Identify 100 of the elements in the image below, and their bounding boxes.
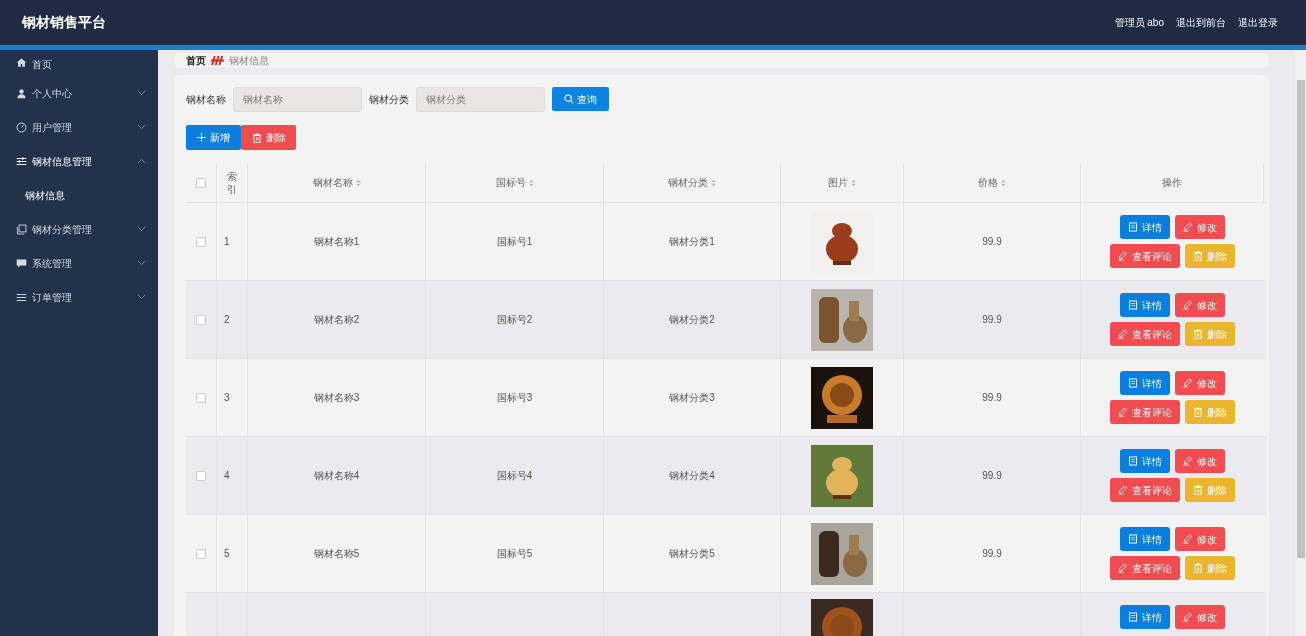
- detail-button[interactable]: 详情: [1120, 605, 1170, 629]
- header-cell[interactable]: 钢材分类: [604, 163, 781, 202]
- select-all-checkbox[interactable]: [196, 177, 206, 188]
- comment-button[interactable]: 查看评论: [1110, 400, 1180, 424]
- plus-icon: [197, 133, 206, 142]
- column-header: 钢材分类: [668, 176, 708, 190]
- comment-button[interactable]: 查看评论: [1110, 478, 1180, 502]
- row-checkbox[interactable]: [196, 470, 206, 481]
- add-button[interactable]: 新增: [186, 125, 241, 150]
- edit-button[interactable]: 修改: [1175, 449, 1225, 473]
- user-link[interactable]: 管理员 abo: [1114, 15, 1164, 30]
- row-checkbox[interactable]: [196, 392, 206, 403]
- sort-icon[interactable]: [851, 178, 856, 187]
- pen-icon: [1118, 251, 1128, 261]
- trash-icon: [1193, 251, 1203, 261]
- header-cell[interactable]: 钢材名称: [248, 163, 426, 202]
- sidebar-item[interactable]: 钢材信息管理: [0, 144, 158, 178]
- detail-button[interactable]: 详情: [1120, 215, 1170, 239]
- sort-icon[interactable]: [355, 178, 361, 187]
- table-cell-text: 钢材名称1: [313, 235, 360, 249]
- search-field[interactable]: 钢材分类: [416, 86, 545, 112]
- detail-button[interactable]: 详情: [1120, 527, 1170, 551]
- table-cell-text: 国标号5: [496, 547, 533, 561]
- header-cell[interactable]: 图片: [781, 163, 904, 202]
- comment-button[interactable]: 查看评论: [1110, 244, 1180, 268]
- sliders-icon: [16, 155, 27, 167]
- header-cell[interactable]: 价格: [904, 163, 1081, 202]
- pen-icon: [1118, 563, 1128, 573]
- sort-icon[interactable]: [528, 178, 534, 187]
- document-icon: [1128, 612, 1138, 622]
- sidebar-item[interactable]: 系统管理: [0, 246, 158, 280]
- column-header: 国标号: [495, 176, 526, 190]
- pen-icon: [1183, 456, 1193, 466]
- index-cell-text: 4: [224, 469, 230, 483]
- table-cell-text: 钢材名称3: [313, 391, 360, 405]
- delete-button[interactable]: 删除: [241, 125, 296, 150]
- edit-button[interactable]: 修改: [1175, 215, 1225, 239]
- detail-button[interactable]: 详情: [1120, 449, 1170, 473]
- table-cell-text: 国标号2: [496, 313, 533, 327]
- pen-icon: [1118, 407, 1128, 417]
- table-cell-text: 钢材名称4: [313, 469, 360, 483]
- separator-icon: [211, 55, 224, 66]
- edit-button[interactable]: 修改: [1175, 293, 1225, 317]
- header-link[interactable]: 退出登录: [1238, 15, 1278, 30]
- comment-button[interactable]: 查看评论: [1110, 556, 1180, 580]
- row-checkbox[interactable]: [196, 236, 206, 247]
- search-field[interactable]: 钢材名称: [233, 86, 362, 112]
- sidebar-item[interactable]: 个人中心: [0, 76, 158, 110]
- header-cell[interactable]: 国标号: [426, 163, 604, 202]
- index-cell-text: 3: [224, 391, 230, 405]
- gauge-icon: [16, 121, 27, 133]
- chat-icon: [16, 257, 27, 269]
- table-cell-text: 国标号3: [496, 391, 533, 405]
- table-cell-text: 钢材名称2: [313, 313, 360, 327]
- breadcrumb-link[interactable]: 首页: [186, 53, 206, 68]
- row-checkbox[interactable]: [196, 314, 206, 325]
- edit-button[interactable]: 修改: [1175, 371, 1225, 395]
- sidebar-item[interactable]: 首页: [0, 50, 158, 76]
- sidebar-item[interactable]: 订单管理: [0, 280, 158, 314]
- price-cell-text: 99.9: [982, 235, 1002, 249]
- sort-icon[interactable]: [1001, 178, 1006, 187]
- header-link[interactable]: 退出到前台: [1176, 15, 1226, 30]
- table-cell-text: 钢材分类1: [669, 235, 715, 249]
- price-cell-text: 99.9: [982, 391, 1002, 405]
- document-icon: [1128, 456, 1138, 466]
- sort-icon[interactable]: [711, 178, 716, 187]
- field-label: 钢材名称: [186, 92, 226, 107]
- table-cell-text: 钢材名称5: [313, 547, 360, 561]
- edit-button[interactable]: 修改: [1175, 527, 1225, 551]
- user-icon: [16, 87, 27, 99]
- search-icon: [564, 94, 574, 104]
- pen-icon: [1183, 612, 1193, 622]
- price-cell-text: 99.9: [982, 313, 1002, 327]
- trash-icon: [251, 132, 262, 143]
- sidebar-subitem[interactable]: 钢材信息: [0, 178, 158, 212]
- trash-icon: [1193, 485, 1203, 495]
- price-cell-text: 99.9: [982, 469, 1002, 483]
- edit-button[interactable]: 修改: [1175, 605, 1225, 629]
- index-cell-text: 1: [224, 235, 230, 249]
- table-cell-text: 国标号4: [496, 469, 533, 483]
- field-label: 钢材分类: [369, 92, 409, 107]
- pen-icon: [1183, 534, 1193, 544]
- column-header: 索引: [227, 169, 237, 196]
- trash-icon: [1193, 407, 1203, 417]
- pen-icon: [1183, 378, 1193, 388]
- pen-icon: [1183, 222, 1193, 232]
- document-icon: [1128, 534, 1138, 544]
- sidebar-item[interactable]: 钢材分类管理: [0, 212, 158, 246]
- pen-icon: [1118, 485, 1128, 495]
- column-header: 操作: [1162, 176, 1182, 190]
- row-checkbox[interactable]: [196, 548, 206, 559]
- detail-button[interactable]: 详情: [1120, 371, 1170, 395]
- table-cell-text: 钢材分类5: [669, 547, 715, 561]
- search-button[interactable]: 查询: [552, 87, 609, 111]
- sidebar-item[interactable]: 用户管理: [0, 110, 158, 144]
- scrollbar-thumb[interactable]: [1296, 80, 1305, 558]
- comment-button[interactable]: 查看评论: [1110, 322, 1180, 346]
- breadcrumb-link[interactable]: 钢材信息: [229, 53, 269, 68]
- detail-button[interactable]: 详情: [1120, 293, 1170, 317]
- trash-icon: [1193, 563, 1203, 573]
